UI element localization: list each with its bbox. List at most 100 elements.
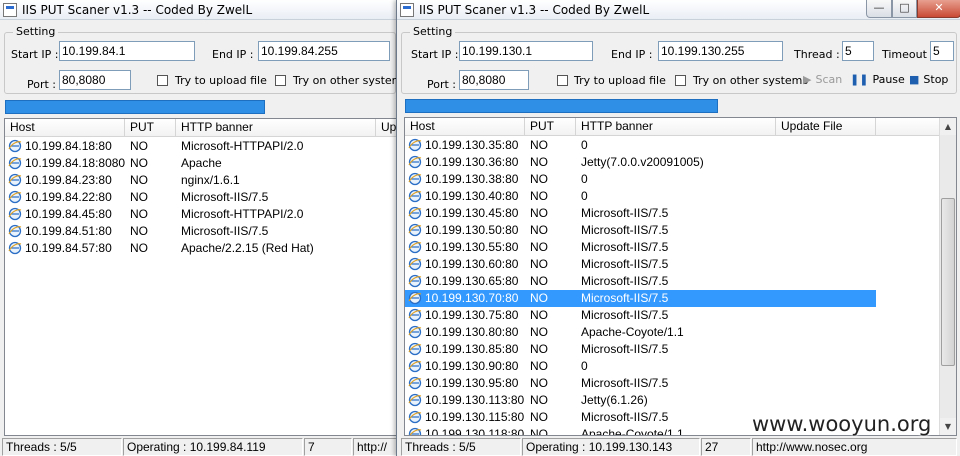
scan-button[interactable]: ▶ Scan bbox=[803, 73, 842, 86]
pause-button[interactable]: ❚❚ Pause bbox=[850, 73, 905, 86]
status-count: 7 bbox=[304, 438, 352, 456]
stop-button[interactable]: ■ Stop bbox=[909, 73, 948, 86]
ie-globe-icon bbox=[408, 189, 422, 203]
cell-host: 10.199.130.36:80 bbox=[425, 155, 519, 169]
table-row[interactable]: 10.199.130.113:80 NO Jetty(6.1.26) bbox=[405, 392, 876, 409]
cell-banner: Microsoft-IIS/7.5 bbox=[181, 190, 269, 204]
scanner-window-right[interactable]: IIS PUT Scaner v1.3 -- Coded By ZwelL — … bbox=[396, 0, 960, 456]
ie-globe-icon bbox=[8, 156, 22, 170]
title-bar[interactable]: IIS PUT Scaner v1.3 -- Coded By ZwelL — … bbox=[397, 0, 960, 20]
close-button[interactable]: ✕ bbox=[917, 0, 960, 18]
status-url: http://www.nosec.org bbox=[752, 438, 957, 456]
start-ip-input[interactable]: 10.199.130.1 bbox=[459, 41, 593, 61]
results-listview[interactable]: Host PUT HTTP banner Up 10.199.84.18:80 N… bbox=[4, 118, 401, 436]
other-systems-label: Try on other systems bbox=[293, 74, 402, 87]
table-row[interactable]: 10.199.84.18:8080 NO Apache bbox=[5, 155, 401, 172]
port-label: Port : bbox=[427, 78, 457, 91]
cell-host: 10.199.130.55:80 bbox=[425, 240, 519, 254]
table-row[interactable]: 10.199.130.40:80 NO 0 bbox=[405, 188, 876, 205]
table-row[interactable]: 10.199.84.23:80 NO nginx/1.6.1 bbox=[5, 172, 401, 189]
setting-label: Setting bbox=[410, 25, 456, 38]
ie-globe-icon bbox=[408, 376, 422, 390]
table-row[interactable]: 10.199.130.50:80 NO Microsoft-IIS/7.5 bbox=[405, 222, 876, 239]
table-row[interactable]: 10.199.130.85:80 NO Microsoft-IIS/7.5 bbox=[405, 341, 876, 358]
port-input[interactable]: 80,8080 bbox=[459, 70, 529, 90]
table-row[interactable]: 10.199.84.51:80 NO Microsoft-IIS/7.5 bbox=[5, 223, 401, 240]
timeout-input[interactable]: 5 bbox=[930, 41, 954, 61]
maximize-button[interactable]: □ bbox=[892, 0, 917, 18]
cell-banner: Microsoft-IIS/7.5 bbox=[181, 224, 269, 238]
title-bar[interactable]: IIS PUT Scaner v1.3 -- Coded By ZwelL bbox=[0, 0, 401, 20]
cell-banner: Microsoft-IIS/7.5 bbox=[581, 308, 669, 322]
table-row[interactable]: 10.199.130.80:80 NO Apache-Coyote/1.1 bbox=[405, 324, 876, 341]
watermark: www.wooyun.org bbox=[752, 412, 932, 436]
col-http-banner[interactable]: HTTP banner bbox=[176, 119, 376, 137]
results-listview[interactable]: Host PUT HTTP banner Update File 10.199.… bbox=[404, 117, 957, 436]
col-update-file[interactable]: Update File bbox=[776, 118, 876, 136]
col-http-banner[interactable]: HTTP banner bbox=[576, 118, 776, 136]
table-row[interactable]: 10.199.130.65:80 NO Microsoft-IIS/7.5 bbox=[405, 273, 876, 290]
ie-globe-icon bbox=[8, 224, 22, 238]
other-systems-checkbox[interactable] bbox=[275, 75, 286, 86]
col-host[interactable]: Host bbox=[405, 118, 525, 136]
setting-label: Setting bbox=[13, 25, 59, 38]
list-header: Host PUT HTTP banner Up bbox=[5, 119, 401, 137]
table-row[interactable]: 10.199.130.60:80 NO Microsoft-IIS/7.5 bbox=[405, 256, 876, 273]
cell-host: 10.199.130.113:80 bbox=[425, 393, 525, 407]
minimize-button[interactable]: — bbox=[866, 0, 892, 18]
cell-host: 10.199.130.38:80 bbox=[425, 172, 519, 186]
vertical-scrollbar[interactable]: ▲ ▼ bbox=[939, 118, 956, 435]
scroll-up-icon[interactable]: ▲ bbox=[940, 118, 956, 135]
table-row[interactable]: 10.199.130.75:80 NO Microsoft-IIS/7.5 bbox=[405, 307, 876, 324]
cell-banner: Microsoft-IIS/7.5 bbox=[581, 291, 669, 305]
ie-globe-icon bbox=[408, 155, 422, 169]
table-row[interactable]: 10.199.84.22:80 NO Microsoft-IIS/7.5 bbox=[5, 189, 401, 206]
end-ip-input[interactable]: 10.199.130.255 bbox=[658, 41, 783, 61]
port-input[interactable]: 80,8080 bbox=[59, 70, 131, 90]
upload-checkbox[interactable] bbox=[157, 75, 168, 86]
table-row[interactable]: 10.199.84.57:80 NO Apache/2.2.15 (Red Hat) bbox=[5, 240, 401, 257]
cell-host: 10.199.130.75:80 bbox=[425, 308, 519, 322]
app-icon bbox=[3, 3, 17, 17]
cell-banner: 0 bbox=[581, 189, 588, 203]
end-ip-input[interactable]: 10.199.84.255 bbox=[258, 41, 390, 61]
timeout-label: Timeout : bbox=[882, 48, 935, 61]
table-row[interactable]: 10.199.84.18:80 NO Microsoft-HTTPAPI/2.0 bbox=[5, 138, 401, 155]
ie-globe-icon bbox=[408, 138, 422, 152]
ie-globe-icon bbox=[8, 207, 22, 221]
progress-fill bbox=[405, 99, 718, 113]
thread-input[interactable]: 5 bbox=[842, 41, 874, 61]
cell-put: NO bbox=[130, 173, 148, 187]
table-row[interactable]: 10.199.84.45:80 NO Microsoft-HTTPAPI/2.0 bbox=[5, 206, 401, 223]
scroll-down-icon[interactable]: ▼ bbox=[940, 418, 956, 435]
upload-checkbox[interactable] bbox=[557, 75, 568, 86]
pause-icon: ❚❚ bbox=[850, 73, 869, 86]
cell-put: NO bbox=[530, 223, 548, 237]
table-row[interactable]: 10.199.130.35:80 NO 0 bbox=[405, 137, 876, 154]
table-row[interactable]: 10.199.130.70:80 NO Microsoft-IIS/7.5 bbox=[405, 290, 876, 307]
other-systems-checkbox[interactable] bbox=[675, 75, 686, 86]
scanner-window-left[interactable]: IIS PUT Scaner v1.3 -- Coded By ZwelL Se… bbox=[0, 0, 402, 456]
table-row[interactable]: 10.199.130.95:80 NO Microsoft-IIS/7.5 bbox=[405, 375, 876, 392]
ie-globe-icon bbox=[408, 223, 422, 237]
col-put[interactable]: PUT bbox=[525, 118, 576, 136]
table-row[interactable]: 10.199.130.45:80 NO Microsoft-IIS/7.5 bbox=[405, 205, 876, 222]
scroll-thumb[interactable] bbox=[941, 198, 955, 366]
start-ip-input[interactable]: 10.199.84.1 bbox=[59, 41, 195, 61]
col-host[interactable]: Host bbox=[5, 119, 125, 137]
cell-banner: 0 bbox=[581, 138, 588, 152]
cell-banner: Microsoft-HTTPAPI/2.0 bbox=[181, 207, 304, 221]
table-row[interactable]: 10.199.130.55:80 NO Microsoft-IIS/7.5 bbox=[405, 239, 876, 256]
col-put[interactable]: PUT bbox=[125, 119, 176, 137]
table-row[interactable]: 10.199.130.36:80 NO Jetty(7.0.0.v20091005) bbox=[405, 154, 876, 171]
cell-host: 10.199.130.45:80 bbox=[425, 206, 519, 220]
cell-host: 10.199.130.115:80 bbox=[425, 410, 525, 424]
ie-globe-icon bbox=[8, 139, 22, 153]
table-row[interactable]: 10.199.130.90:80 NO 0 bbox=[405, 358, 876, 375]
cell-host: 10.199.84.45:80 bbox=[25, 207, 112, 221]
cell-put: NO bbox=[130, 190, 148, 204]
table-row[interactable]: 10.199.130.38:80 NO 0 bbox=[405, 171, 876, 188]
status-count: 27 bbox=[701, 438, 751, 456]
ie-globe-icon bbox=[8, 173, 22, 187]
ie-globe-icon bbox=[408, 393, 422, 407]
